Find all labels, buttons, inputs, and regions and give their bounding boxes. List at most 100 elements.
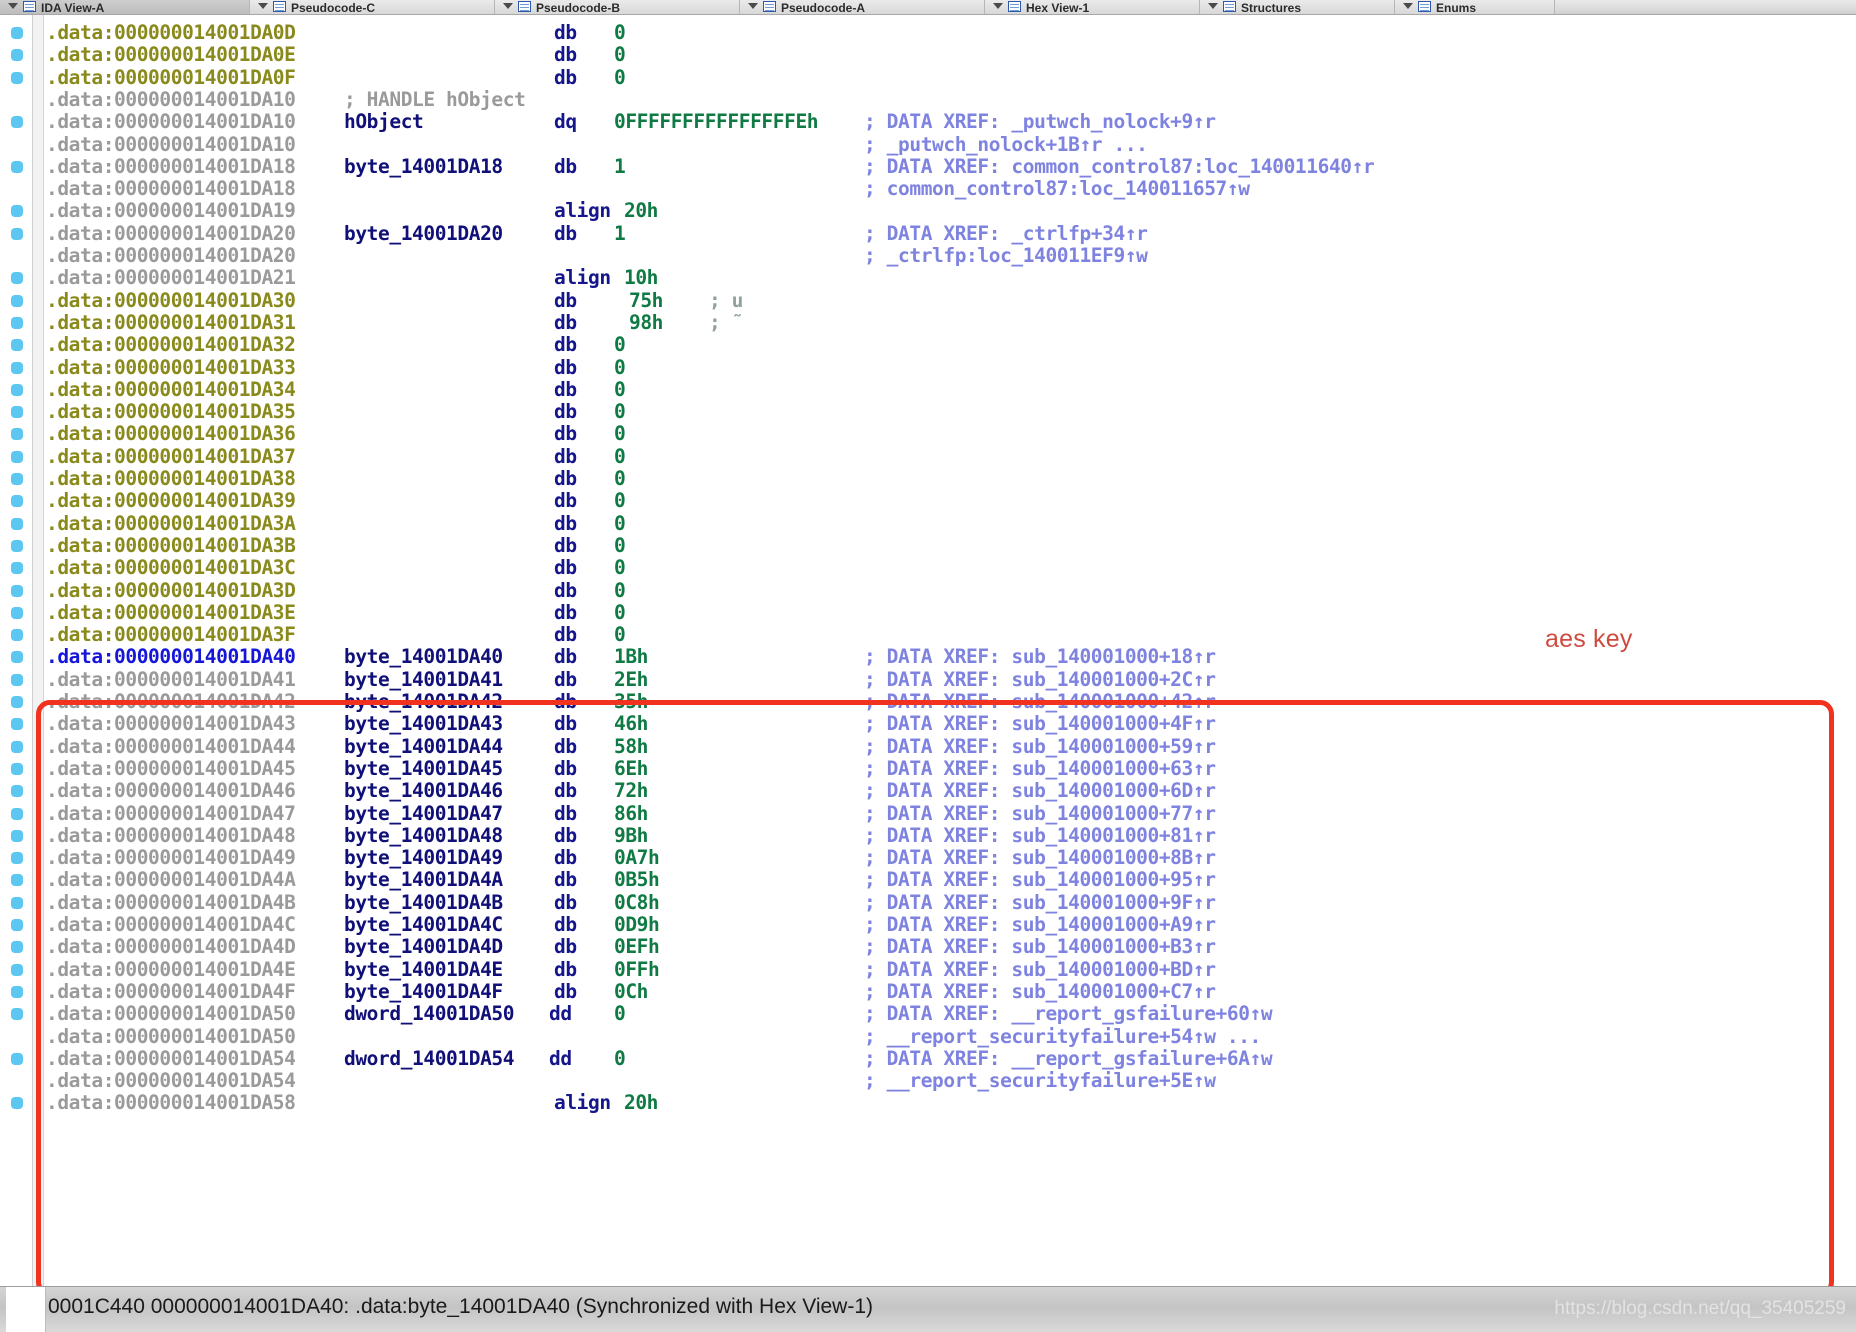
disassembly-line[interactable]: .data:000000014001DA3C db 0 bbox=[44, 557, 1856, 579]
gutter-marker-dot[interactable] bbox=[11, 495, 23, 508]
disassembly-line[interactable]: .data:000000014001DA54 ; __report_securit… bbox=[44, 1070, 1856, 1092]
line-symbol-name[interactable]: byte_14001DA40 bbox=[344, 646, 503, 668]
gutter-marker-dot[interactable] bbox=[11, 339, 23, 352]
disassembly-line[interactable]: .data:000000014001DA4A byte_14001DA4A db 0B… bbox=[44, 869, 1856, 891]
line-xref-comment[interactable]: ; DATA XREF: sub_140001000+18↑r bbox=[864, 646, 1216, 668]
line-xref-comment[interactable]: ; DATA XREF: common_control87:loc_140011… bbox=[864, 155, 1375, 178]
line-symbol-name[interactable]: byte_14001DA4F bbox=[344, 980, 503, 1003]
line-xref-comment[interactable]: ; DATA XREF: sub_140001000+63↑r bbox=[864, 757, 1216, 780]
gutter-marker-dot[interactable] bbox=[11, 517, 23, 530]
line-xref-comment[interactable]: ; DATA XREF: _putwch_nolock+9↑r bbox=[864, 111, 1216, 133]
chevron-down-icon[interactable] bbox=[503, 3, 513, 9]
line-xref-comment[interactable]: ; common_control87:loc_140011657↑w bbox=[864, 178, 1250, 200]
gutter-marker-dot[interactable] bbox=[11, 71, 23, 84]
gutter-marker-dot[interactable] bbox=[11, 160, 23, 173]
line-xref-comment[interactable]: ; __report_securityfailure+54↑w ... bbox=[864, 1025, 1261, 1048]
line-xref-comment[interactable]: ; DATA XREF: sub_140001000+B3↑r bbox=[864, 936, 1216, 958]
tab-enums[interactable]: Enums bbox=[1395, 0, 1555, 14]
disassembly-line[interactable]: .data:000000014001DA33 db 0 bbox=[44, 356, 1856, 379]
disassembly-line[interactable]: .data:000000014001DA20 byte_14001DA20 db 1;… bbox=[44, 222, 1856, 245]
line-symbol-name[interactable]: byte_14001DA48 bbox=[344, 824, 503, 847]
line-symbol-name[interactable]: dword_14001DA50 bbox=[344, 1003, 515, 1025]
gutter-marker-dot[interactable] bbox=[11, 428, 23, 441]
gutter-marker-dot[interactable] bbox=[11, 294, 23, 307]
disassembly-line[interactable]: .data:000000014001DA49 byte_14001DA49 db 0A… bbox=[44, 847, 1856, 869]
line-symbol-name[interactable]: byte_14001DA41 bbox=[344, 668, 503, 691]
line-xref-comment[interactable]: ; DATA XREF: sub_140001000+42↑r bbox=[864, 691, 1216, 713]
disassembly-line[interactable]: .data:000000014001DA4C byte_14001DA4C db 0D… bbox=[44, 914, 1856, 936]
disassembly-line[interactable]: .data:000000014001DA3B db 0 bbox=[44, 534, 1856, 557]
line-xref-comment[interactable]: ; __report_securityfailure+5E↑w bbox=[864, 1070, 1216, 1092]
tab-ida-view-a[interactable]: IDA View-A bbox=[0, 0, 250, 14]
gutter-marker-dot[interactable] bbox=[11, 539, 23, 552]
line-xref-comment[interactable]: ; DATA XREF: sub_140001000+BD↑r bbox=[864, 958, 1216, 981]
disassembly-line[interactable]: .data:000000014001DA47 byte_14001DA47 db 86… bbox=[44, 802, 1856, 825]
disassembly-line[interactable]: .data:000000014001DA46 byte_14001DA46 db 72… bbox=[44, 780, 1856, 802]
line-symbol-name[interactable]: byte_14001DA4D bbox=[344, 936, 503, 958]
gutter-marker-dot[interactable] bbox=[11, 762, 23, 775]
line-symbol-name[interactable]: byte_14001DA43 bbox=[344, 713, 503, 735]
chevron-down-icon[interactable] bbox=[1208, 3, 1218, 9]
gutter-marker-dot[interactable] bbox=[11, 473, 23, 485]
disassembly-line[interactable]: .data:000000014001DA0E db 0 bbox=[44, 44, 1856, 66]
tab-structures[interactable]: Structures bbox=[1200, 0, 1395, 14]
gutter-marker-dot[interactable] bbox=[11, 963, 23, 976]
chevron-down-icon[interactable] bbox=[1403, 3, 1413, 9]
view-tab-strip[interactable]: IDA View-A Pseudocode-C Pseudocode-B Pseudo… bbox=[0, 0, 1856, 15]
disassembly-line[interactable]: .data:000000014001DA4B byte_14001DA4B db 0C… bbox=[44, 891, 1856, 914]
disassembly-line[interactable]: .data:000000014001DA32 db 0 bbox=[44, 334, 1856, 356]
line-symbol-name[interactable]: byte_14001DA18 bbox=[344, 155, 503, 178]
gutter-marker-dot[interactable] bbox=[11, 673, 23, 686]
gutter-marker-dot[interactable] bbox=[11, 27, 23, 39]
line-symbol-name[interactable]: byte_14001DA46 bbox=[344, 780, 503, 802]
line-xref-comment[interactable]: ; DATA XREF: sub_140001000+8B↑r bbox=[864, 847, 1216, 869]
line-symbol-name[interactable]: hObject bbox=[344, 111, 424, 133]
disassembly-line[interactable]: .data:000000014001DA4D byte_14001DA4D db 0E… bbox=[44, 936, 1856, 958]
line-xref-comment[interactable]: ; DATA XREF: _ctrlfp+34↑r bbox=[864, 222, 1148, 245]
gutter-marker-dot[interactable] bbox=[11, 896, 23, 909]
disassembly-line[interactable]: .data:000000014001DA58 align 20h bbox=[44, 1092, 1856, 1114]
tab-pseudocode-c[interactable]: Pseudocode-C bbox=[250, 0, 495, 14]
line-xref-comment[interactable]: ; DATA XREF: sub_140001000+81↑r bbox=[864, 824, 1216, 847]
disassembly-line[interactable]: .data:000000014001DA43 byte_14001DA43 db 46… bbox=[44, 713, 1856, 735]
line-xref-comment[interactable]: ; DATA XREF: sub_140001000+6D↑r bbox=[864, 780, 1216, 802]
line-symbol-name[interactable]: byte_14001DA42 bbox=[344, 691, 503, 713]
disassembly-line[interactable]: .data:000000014001DA42 byte_14001DA42 db 35… bbox=[44, 691, 1856, 713]
gutter-marker-dot[interactable] bbox=[11, 361, 23, 374]
disassembly-line[interactable]: .data:000000014001DA34 db 0 bbox=[44, 378, 1856, 401]
gutter-marker-dot[interactable] bbox=[11, 116, 23, 129]
chevron-down-icon[interactable] bbox=[258, 3, 268, 9]
disassembly-line[interactable]: .data:000000014001DA45 byte_14001DA45 db 6E… bbox=[44, 757, 1856, 780]
line-xref-comment[interactable]: ; DATA XREF: sub_140001000+9F↑r bbox=[864, 891, 1216, 914]
gutter-marker-dot[interactable] bbox=[11, 852, 23, 865]
disassembly-line[interactable]: .data:000000014001DA3D db 0 bbox=[44, 579, 1856, 602]
disassembly-line[interactable]: .data:000000014001DA3A db 0 bbox=[44, 512, 1856, 535]
disassembly-line[interactable]: .data:000000014001DA30 db 75h ; u bbox=[44, 289, 1856, 312]
gutter-marker-dot[interactable] bbox=[11, 1097, 23, 1110]
disassembly-line[interactable]: .data:000000014001DA35 db 0 bbox=[44, 401, 1856, 423]
disassembly-line[interactable]: .data:000000014001DA19 align 20h bbox=[44, 200, 1856, 222]
line-xref-comment[interactable]: ; DATA XREF: sub_140001000+59↑r bbox=[864, 735, 1216, 758]
disassembly-line[interactable]: .data:000000014001DA50 ; __report_securit… bbox=[44, 1025, 1856, 1048]
gutter-marker-dot[interactable] bbox=[11, 205, 23, 218]
disassembly-line[interactable]: .data:000000014001DA48 byte_14001DA48 db 9B… bbox=[44, 824, 1856, 847]
disassembly-line[interactable]: .data:000000014001DA10 ; _putwch_nolock+1… bbox=[44, 133, 1856, 156]
gutter-marker-dot[interactable] bbox=[11, 941, 23, 954]
gutter-marker-dot[interactable] bbox=[11, 383, 23, 396]
line-xref-comment[interactable]: ; DATA XREF: sub_140001000+4F↑r bbox=[864, 713, 1216, 735]
disassembly-line[interactable]: .data:000000014001DA20 ; _ctrlfp:loc_1400… bbox=[44, 245, 1856, 267]
gutter-marker-dot[interactable] bbox=[11, 718, 23, 731]
line-xref-comment[interactable]: ; DATA XREF: sub_140001000+C7↑r bbox=[864, 980, 1216, 1003]
disassembly-line[interactable]: .data:000000014001DA0D db 0 bbox=[44, 22, 1856, 44]
disassembly-line[interactable]: .data:000000014001DA44 byte_14001DA44 db 58… bbox=[44, 735, 1856, 758]
gutter-marker-dot[interactable] bbox=[11, 985, 23, 998]
disassembly-gutter[interactable] bbox=[0, 15, 33, 1286]
gutter-marker-dot[interactable] bbox=[11, 919, 23, 931]
disassembly-line[interactable]: .data:000000014001DA4E byte_14001DA4E db 0F… bbox=[44, 958, 1856, 981]
disassembly-line[interactable]: .data:000000014001DA39 db 0 bbox=[44, 490, 1856, 512]
gutter-marker-dot[interactable] bbox=[11, 1008, 23, 1021]
disassembly-line[interactable]: .data:000000014001DA41 byte_14001DA41 db 2E… bbox=[44, 668, 1856, 691]
gutter-marker-dot[interactable] bbox=[11, 1052, 23, 1065]
gutter-marker-dot[interactable] bbox=[11, 584, 23, 597]
gutter-marker-dot[interactable] bbox=[11, 785, 23, 798]
